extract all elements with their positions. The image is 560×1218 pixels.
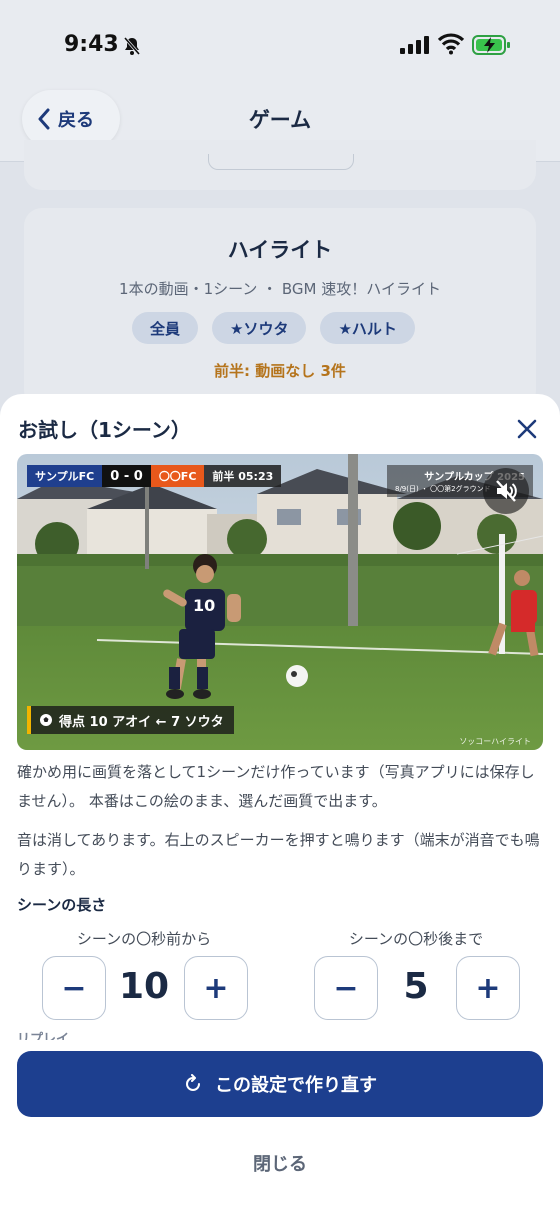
close-button[interactable]: 閉じる bbox=[0, 1150, 560, 1176]
card-title: ハイライト bbox=[227, 238, 333, 262]
score: 0 - 0 bbox=[102, 465, 151, 487]
jersey-number: 10 bbox=[193, 596, 215, 615]
away-team: 〇〇FC bbox=[150, 465, 205, 487]
video-preview[interactable]: 10 サンプルFC 0 - 0 〇〇FC 前半 05:23 サンプルカップ 20… bbox=[17, 454, 543, 750]
description-quality: 確かめ用に画質を落として1シーンだけ作っています（写真アプリには保存しません）。… bbox=[17, 763, 535, 810]
before-minus-button[interactable]: − bbox=[42, 956, 106, 1020]
plus-icon: + bbox=[475, 970, 501, 1006]
after-value: 5 bbox=[403, 966, 429, 1007]
warning-text: 前半: 動画なし 3件 bbox=[214, 362, 346, 380]
after-label: シーンの〇秒後まで bbox=[348, 930, 484, 948]
chip-all[interactable]: 全員 bbox=[132, 312, 199, 344]
soccer-ball-icon bbox=[40, 714, 52, 726]
before-label: シーンの〇秒前から bbox=[76, 930, 212, 948]
page-title: ゲーム bbox=[248, 108, 312, 132]
replay-heading-cut: リプレイ bbox=[17, 1032, 70, 1040]
match-clock: 前半 05:23 bbox=[204, 465, 282, 487]
watermark: ソッコーハイライト bbox=[459, 737, 531, 746]
scoreboard: サンプルFC 0 - 0 〇〇FC 前半 05:23 bbox=[27, 465, 282, 487]
chip-souta[interactable]: ★ソウタ bbox=[212, 312, 307, 344]
regenerate-label: この設定で作り直す bbox=[215, 1075, 377, 1096]
bell-muted-icon bbox=[123, 37, 141, 55]
status-time: 9:43 bbox=[64, 32, 119, 57]
cup-detail: 8/9(日) ・ 〇〇第2グラウンド bbox=[395, 485, 491, 493]
before-value: 10 bbox=[118, 966, 170, 1007]
card-subtitle: 1本の動画・1シーン ・ BGM 速攻！ハイライト bbox=[119, 280, 441, 298]
goal-caption: 得点 10 アオイ ← 7 ソウタ bbox=[27, 706, 234, 734]
goal-caption-text: 得点 10 アオイ ← 7 ソウタ bbox=[59, 714, 224, 730]
previous-card-button bbox=[208, 154, 354, 170]
after-minus-button[interactable]: − bbox=[314, 956, 378, 1020]
regenerate-button[interactable]: この設定で作り直す bbox=[17, 1051, 543, 1117]
highlight-card[interactable]: ハイライト 1本の動画・1シーン ・ BGM 速攻！ハイライト 全員 ★ソウタ … bbox=[24, 208, 536, 408]
minus-icon: − bbox=[61, 970, 87, 1006]
scene-length-heading: シーンの長さ bbox=[17, 896, 107, 914]
chip-haruto[interactable]: ★ハルト bbox=[320, 312, 415, 344]
battery-charging-icon bbox=[472, 35, 510, 55]
plus-icon: + bbox=[203, 970, 229, 1006]
player-chips: 全員 ★ソウタ ★ハルト bbox=[132, 312, 415, 344]
speaker-muted-icon bbox=[496, 480, 517, 502]
before-plus-button[interactable]: + bbox=[184, 956, 248, 1020]
wifi-icon bbox=[438, 33, 464, 55]
minus-icon: − bbox=[333, 970, 359, 1006]
status-bar: 9:43 bbox=[0, 0, 560, 90]
speaker-mute-button[interactable] bbox=[483, 468, 529, 514]
signal-icon bbox=[400, 36, 429, 54]
refresh-icon bbox=[186, 1074, 200, 1091]
after-plus-button[interactable]: + bbox=[456, 956, 520, 1020]
sheet-title: お試し（1シーン） bbox=[18, 418, 191, 442]
preview-sheet: お試し（1シーン） 10 サンプルFC 0 - 0 〇〇FC 前半 05:23 … bbox=[0, 394, 560, 1218]
description-sound: 音は消してあります。右上のスピーカーを押すと鳴ります（端末が消音でも鳴ります）。 bbox=[17, 831, 540, 878]
home-team: サンプルFC bbox=[27, 465, 103, 487]
close-icon[interactable] bbox=[514, 416, 540, 442]
